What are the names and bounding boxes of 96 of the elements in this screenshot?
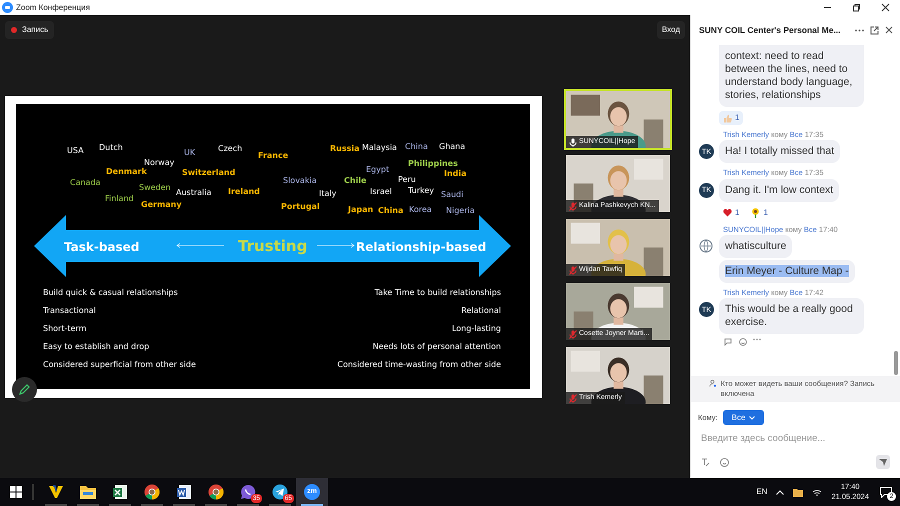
recipient-dropdown[interactable]: Все	[722, 410, 764, 425]
login-button[interactable]: Вход	[656, 21, 685, 39]
country-label: Dutch	[99, 143, 123, 153]
country-label: Italy	[319, 189, 336, 199]
caret-icon	[749, 416, 756, 420]
country-label: China	[378, 206, 404, 216]
more-icon[interactable]	[855, 28, 864, 32]
country-label: Peru	[398, 175, 416, 185]
emoji-icon[interactable]	[739, 338, 747, 346]
country-label: Philippines	[408, 159, 458, 169]
folder-icon[interactable]	[793, 488, 804, 496]
pop-out-icon[interactable]	[870, 26, 879, 34]
send-button[interactable]	[876, 455, 890, 469]
browser-icon[interactable]	[144, 484, 160, 500]
country-label: Ghana	[439, 142, 466, 152]
right-arrow-icon	[317, 243, 355, 248]
country-label: Portugal	[281, 202, 320, 212]
slide-text: Needs lots of personal attention	[372, 341, 501, 353]
slide-text: Short-term	[43, 323, 88, 335]
thumbs-up-icon	[723, 114, 732, 122]
message-bubble: Dang it. I'm low context	[719, 178, 840, 202]
windows-start-icon[interactable]	[10, 486, 22, 498]
heart-icon	[723, 208, 732, 217]
language-indicator[interactable]: EN	[756, 486, 768, 498]
country-label: Switzerland	[182, 168, 236, 178]
folder-icon[interactable]	[80, 485, 96, 499]
reaction-chip[interactable]: 1	[719, 111, 744, 125]
slide-text: Transactional	[43, 305, 97, 317]
slide-text: Long-lasting	[452, 323, 501, 335]
country-label: Turkey	[408, 186, 434, 196]
flower-icon	[751, 208, 760, 218]
message-bubble: Ha! I totally missed that	[719, 140, 840, 164]
pencil-icon	[19, 384, 30, 395]
country-label: Germany	[141, 200, 182, 210]
country-label: Russia	[330, 144, 360, 154]
close-icon[interactable]	[885, 26, 893, 34]
country-label: India	[444, 169, 467, 179]
country-label: Israel	[370, 187, 392, 197]
chat-title: SUNY COIL Center's Personal Me...	[699, 24, 841, 36]
country-label: Finland	[105, 194, 134, 204]
country-label: UK	[184, 148, 196, 158]
chevron-up-icon[interactable]	[776, 490, 784, 494]
emoji-icon[interactable]	[720, 458, 729, 466]
wifi-icon[interactable]	[812, 488, 822, 496]
message-input[interactable]: Введите здесь сообщение...	[701, 430, 890, 446]
person-icon	[709, 379, 717, 388]
record-button[interactable]: Запись	[5, 21, 54, 39]
country-label: Ireland	[228, 187, 260, 197]
country-label: Chile	[344, 176, 366, 186]
scrollbar-thumb[interactable]	[894, 351, 898, 375]
more-icon[interactable]	[753, 338, 761, 341]
reaction-chip[interactable]: 1	[747, 206, 772, 220]
country-label: Denmark	[106, 167, 147, 177]
send-icon	[879, 458, 887, 466]
message-bubble: context: need to read between the lines, need to understand body language, stories, relationships	[719, 45, 864, 107]
country-label: USA	[67, 146, 84, 156]
country-label: China	[405, 142, 428, 152]
document-icon[interactable]	[176, 484, 192, 500]
slide-text: Build quick & casual relationships	[43, 287, 179, 299]
country-label: Korea	[409, 205, 432, 215]
close-icon[interactable]	[881, 3, 890, 12]
country-label: Nigeria	[446, 206, 475, 216]
slide-text: Take Time to build relationships	[374, 287, 501, 299]
country-label: Malaysia	[362, 143, 397, 153]
spreadsheet-icon[interactable]	[112, 484, 128, 500]
double-arrow-icon	[34, 215, 511, 277]
country-label: Sweden	[139, 183, 171, 193]
slide-text: Considered superficial from other side	[43, 359, 196, 371]
window-title: Zoom Конференция	[16, 2, 90, 14]
app-icon[interactable]	[48, 484, 64, 500]
arrow-title: Trusting	[238, 236, 308, 257]
globe-avatar-icon[interactable]	[699, 238, 713, 253]
arrow-label: Relationship-based	[356, 239, 486, 256]
country-label: Australia	[176, 188, 212, 198]
message-bubble: Erin Meyer - Culture Map -	[719, 260, 855, 283]
country-label: Norway	[144, 158, 174, 168]
country-label: Saudi	[441, 190, 464, 200]
format-icon[interactable]	[701, 458, 710, 466]
browser-icon[interactable]	[208, 484, 224, 500]
left-arrow-icon	[176, 243, 224, 248]
country-label: Slovakia	[283, 176, 317, 186]
country-label: Egypt	[366, 165, 390, 175]
reaction-chip[interactable]: 1	[719, 206, 744, 220]
slide-text: Relational	[461, 305, 501, 317]
slide-text: Easy to establish and drop	[43, 341, 150, 353]
slide-text: Considered time-wasting from other side	[337, 359, 501, 371]
country-label: France	[258, 151, 288, 161]
arrow-label: Task-based	[64, 239, 140, 256]
message-bubble: whatisculture	[719, 234, 792, 258]
restore-icon[interactable]	[852, 3, 861, 12]
message-bubble: This would be a really good exercise.	[719, 298, 864, 334]
country-label: Japan	[348, 205, 374, 215]
speech-bubble-icon	[880, 486, 892, 498]
reply-icon[interactable]	[724, 338, 733, 346]
country-label: Czech	[218, 144, 242, 154]
country-label: Canada	[70, 178, 100, 188]
